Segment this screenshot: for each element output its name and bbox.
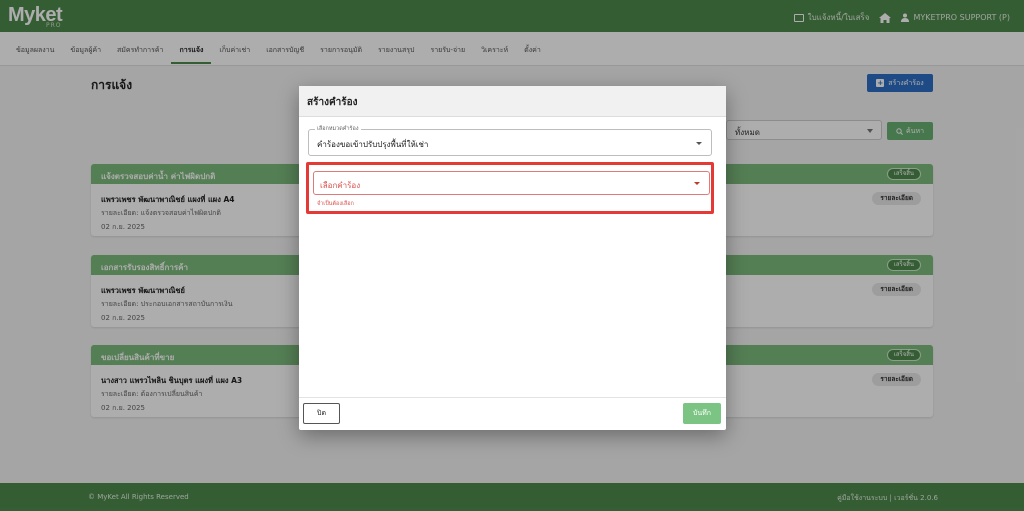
dialog-footer: ปิด บันทึก bbox=[299, 397, 726, 430]
close-button[interactable]: ปิด bbox=[303, 403, 340, 424]
request-type-select[interactable]: เลือกคำร้อง bbox=[313, 171, 710, 195]
request-category-select[interactable]: เลือกหมวดคำร้อง คำร้องขอเข้าปรับปรุงพื้น… bbox=[308, 125, 712, 156]
request-category-value: คำร้องขอเข้าปรับปรุงพื้นที่ให้เช่า bbox=[317, 140, 429, 149]
request-category-label: เลือกหมวดคำร้อง bbox=[315, 125, 361, 133]
validation-error: จำเป็นต้องเลือก bbox=[317, 201, 354, 207]
chevron-down-icon bbox=[694, 182, 700, 185]
chevron-down-icon bbox=[696, 142, 702, 145]
request-type-placeholder: เลือกคำร้อง bbox=[320, 181, 361, 190]
save-button[interactable]: บันทึก bbox=[683, 403, 721, 424]
dialog-title: สร้างคำร้อง bbox=[307, 97, 358, 108]
create-request-dialog: สร้างคำร้อง เลือกหมวดคำร้อง คำร้องขอเข้า… bbox=[299, 86, 726, 430]
dialog-header: สร้างคำร้อง bbox=[299, 86, 726, 117]
